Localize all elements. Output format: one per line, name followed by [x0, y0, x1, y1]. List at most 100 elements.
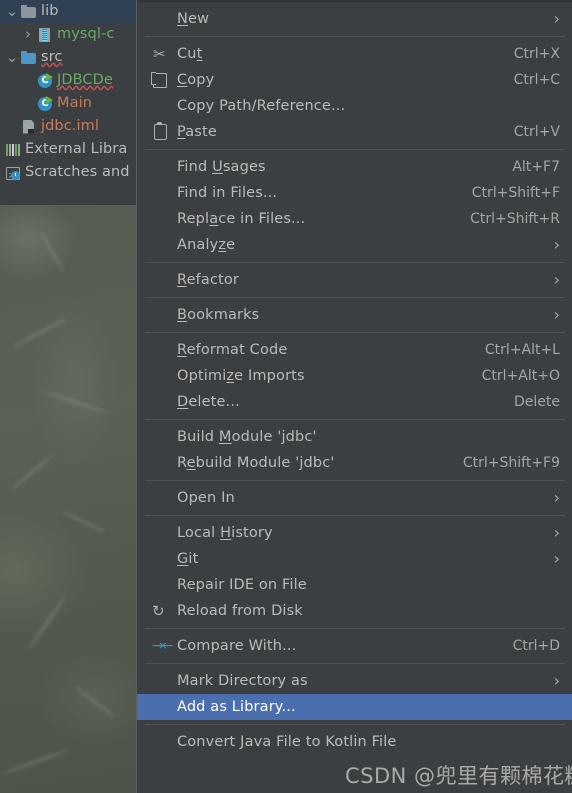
cut-icon: ✂: [153, 45, 166, 63]
tree-item-jdbcde[interactable]: JDBCDe: [0, 69, 136, 92]
menu-item-label: Refactor: [177, 272, 240, 288]
chevron-right-icon: ›: [553, 9, 560, 28]
menu-item-find-in-files[interactable]: Find in Files... Ctrl+Shift+F: [137, 180, 572, 206]
menu-icon-blank: [151, 367, 171, 385]
menu-item-label: Git: [177, 551, 199, 567]
menu-separator: [145, 724, 565, 725]
iml-file-icon: [20, 119, 38, 135]
menu-item-local-history[interactable]: Local History ›: [137, 520, 572, 546]
tree-item-mysql-c[interactable]: › mysql-c: [0, 23, 136, 46]
menu-item-git[interactable]: Git ›: [137, 546, 572, 572]
chevron-right-icon: ›: [553, 523, 560, 542]
tree-item-src[interactable]: ⌄ src: [0, 46, 136, 69]
menu-item-open-in[interactable]: Open In ›: [137, 485, 572, 511]
menu-icon-blank: [151, 210, 171, 228]
menu-item-optimize-imports[interactable]: Optimize Imports Ctrl+Alt+O: [137, 363, 572, 389]
java-class-run-icon: [36, 95, 54, 112]
menu-item-label: Build Module 'jdbc': [177, 429, 317, 445]
menu-item-copy-path-reference[interactable]: Copy Path/Reference...: [137, 93, 572, 119]
menu-separator: [145, 332, 565, 333]
menu-item-copy[interactable]: Copy Ctrl+C: [137, 67, 572, 93]
menu-item-analyze[interactable]: Analyze ›: [137, 232, 572, 258]
menu-item-bookmarks[interactable]: Bookmarks ›: [137, 302, 572, 328]
menu-item-add-as-library[interactable]: Add as Library...: [137, 694, 572, 720]
menu-item-label: Cut: [177, 46, 203, 62]
chevron-right-icon: ›: [553, 549, 560, 568]
context-menu[interactable]: New › ✂ Cut Ctrl+X Copy Ctrl+C Copy Path/Refere…: [136, 0, 572, 793]
menu-icon-blank: [151, 428, 171, 446]
menu-item-cut[interactable]: ✂ Cut Ctrl+X: [137, 41, 572, 67]
menu-item-delete[interactable]: Delete... Delete: [137, 389, 572, 415]
menu-item-label: Rebuild Module 'jdbc': [177, 455, 335, 471]
menu-item-shortcut: Ctrl+Alt+O: [481, 368, 560, 384]
mnemonic-underline: C: [177, 72, 188, 88]
menu-item-paste[interactable]: Paste Ctrl+V: [137, 119, 572, 145]
menu-separator: [145, 628, 565, 629]
mnemonic-underline: M: [218, 429, 232, 445]
tree-item-label: lib: [41, 3, 59, 19]
menu-item-label: Open In: [177, 490, 235, 506]
tree-item-scratches-and[interactable]: Scratches and: [0, 161, 136, 188]
mnemonic-underline: R: [177, 272, 187, 288]
chevron-down-icon[interactable]: ⌄: [4, 0, 20, 23]
menu-item-rebuild-module-jdbc[interactable]: Rebuild Module 'jdbc' Ctrl+Shift+F9: [137, 450, 572, 476]
menu-item-compare-with[interactable]: →← Compare With... Ctrl+D: [137, 633, 572, 659]
mnemonic-underline: N: [177, 11, 188, 27]
tree-item-lib[interactable]: ⌄ lib: [0, 0, 136, 23]
menu-icon-blank: [151, 97, 171, 115]
menu-icon-blank: [151, 236, 171, 254]
tree-item-main[interactable]: Main: [0, 92, 136, 115]
tree-item-jdbc-iml[interactable]: jdbc.iml: [0, 115, 136, 138]
project-tree-panel[interactable]: ⌄ lib › mysql-c ⌄ src JDBCDe Main jdbc.iml Extern…: [0, 0, 136, 205]
mnemonic-underline: a: [209, 211, 219, 227]
menu-item-label: Reformat Code: [177, 342, 288, 358]
menu-item-reformat-code[interactable]: Reformat Code Ctrl+Alt+L: [137, 337, 572, 363]
chevron-right-icon[interactable]: ›: [20, 23, 36, 46]
menu-item-build-module-jdbc[interactable]: Build Module 'jdbc': [137, 424, 572, 450]
chevron-right-icon: ›: [553, 671, 560, 690]
menu-item-label: New: [177, 11, 210, 27]
mnemonic-underline: z: [226, 368, 235, 384]
menu-icon-blank: [151, 672, 171, 690]
menu-icon-blank: [151, 576, 171, 594]
menu-item-shortcut: Ctrl+D: [512, 638, 560, 654]
menu-separator: [145, 480, 565, 481]
tree-item-label: jdbc.iml: [41, 118, 99, 134]
chevron-right-icon: ›: [553, 270, 560, 289]
menu-item-shortcut: Ctrl+Shift+F: [471, 185, 560, 201]
menu-item-find-usages[interactable]: Find Usages Alt+F7: [137, 154, 572, 180]
menu-item-label: Delete...: [177, 394, 240, 410]
menu-item-refactor[interactable]: Refactor ›: [137, 267, 572, 293]
menu-icon-blank: [151, 393, 171, 411]
folder-blue-icon: [20, 50, 38, 66]
chevron-right-icon: ›: [553, 488, 560, 507]
reload-icon: ↻: [152, 602, 165, 620]
menu-item-label: Bookmarks: [177, 307, 260, 323]
menu-item-repair-ide-on-file[interactable]: Repair IDE on File: [137, 572, 572, 598]
menu-item-shortcut: Ctrl+C: [513, 72, 560, 88]
menu-item-label: Local History: [177, 525, 273, 541]
tree-item-label: mysql-c: [57, 26, 115, 42]
menu-item-mark-directory-as[interactable]: Mark Directory as ›: [137, 668, 572, 694]
menu-item-label: Copy: [177, 72, 215, 88]
menu-separator: [145, 419, 565, 420]
menu-item-convert-java-file-to-kotlin-file[interactable]: Convert Java File to Kotlin File: [137, 729, 572, 755]
scratches-icon: [4, 165, 22, 188]
tree-item-external-libra[interactable]: External Libra: [0, 138, 136, 161]
chevron-down-icon[interactable]: ⌄: [4, 46, 20, 69]
menu-item-label: Paste: [177, 124, 217, 140]
paste-icon: [151, 122, 171, 141]
copy-icon: [151, 71, 171, 89]
menu-icon-blank: [151, 271, 171, 289]
menu-item-shortcut: Delete: [514, 394, 560, 410]
menu-item-replace-in-files[interactable]: Replace in Files... Ctrl+Shift+R: [137, 206, 572, 232]
mnemonic-underline: R: [177, 342, 187, 358]
java-class-run-icon: [36, 72, 54, 89]
menu-item-label: Find Usages: [177, 159, 266, 175]
menu-item-new[interactable]: New ›: [137, 6, 572, 32]
tree-item-label: Main: [57, 95, 93, 111]
menu-icon-blank: [151, 184, 171, 202]
menu-icon-blank: [151, 524, 171, 542]
menu-item-label: Convert Java File to Kotlin File: [177, 734, 397, 750]
menu-item-reload-from-disk[interactable]: ↻ Reload from Disk: [137, 598, 572, 624]
